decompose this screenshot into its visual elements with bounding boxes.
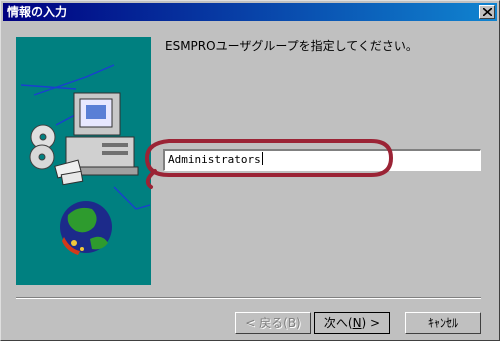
back-button[interactable]: < 戻る(B) xyxy=(235,312,311,334)
dialog-window: 情報の入力 ESMPROユーザグループを指定してください。 Administra… xyxy=(0,0,500,341)
close-icon xyxy=(483,8,492,16)
instruction-text: ESMPROユーザグループを指定してください。 xyxy=(165,39,418,53)
back-button-label: < 戻る(B) xyxy=(245,316,301,330)
next-button-hotkey: N xyxy=(352,316,362,330)
next-button-label-prefix: 次へ( xyxy=(323,316,353,330)
wizard-illustration xyxy=(16,37,151,285)
next-button[interactable]: 次へ(N) > xyxy=(314,312,390,334)
highlight-annotation xyxy=(144,139,394,189)
cancel-button-label: ｷｬﾝｾﾙ xyxy=(427,316,458,330)
cancel-button[interactable]: ｷｬﾝｾﾙ xyxy=(405,312,481,334)
close-button[interactable] xyxy=(479,5,495,19)
window-title: 情報の入力 xyxy=(7,5,68,19)
next-button-label-suffix: ) > xyxy=(361,316,381,330)
cd-disc-icon xyxy=(29,124,56,170)
title-bar[interactable]: 情報の入力 xyxy=(3,3,497,21)
floppy-disk-icon xyxy=(54,159,84,186)
button-separator xyxy=(16,297,481,299)
globe-icon xyxy=(60,201,112,255)
